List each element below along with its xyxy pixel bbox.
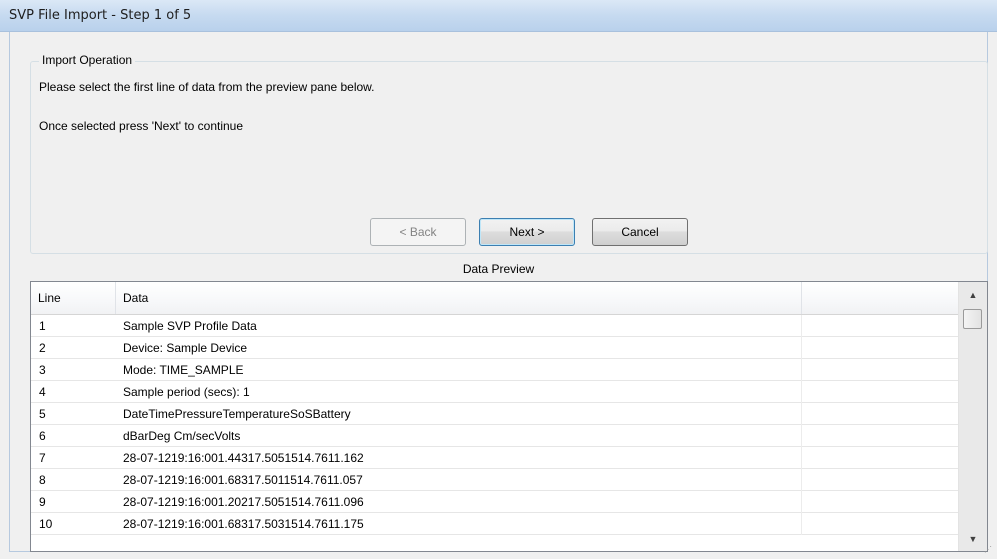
column-divider[interactable] — [801, 282, 802, 314]
grid-rows: 1 Sample SVP Profile Data 2 Device: Samp… — [31, 315, 958, 535]
resize-grip-icon[interactable]: ⋰ — [984, 545, 992, 554]
data-cell: Sample period (secs): 1 — [123, 385, 250, 399]
hint-text: Once selected press 'Next' to continue — [39, 119, 244, 133]
table-row[interactable]: 2 Device: Sample Device — [31, 337, 958, 359]
data-cell: dBarDeg Cm/secVolts — [123, 429, 241, 443]
data-cell: 28-07-1219:16:001.44317.5051514.7611.162 — [123, 451, 364, 465]
grid-header: Line Data — [31, 282, 958, 315]
table-row[interactable]: 8 28-07-1219:16:001.68317.5011514.7611.0… — [31, 469, 958, 491]
table-row[interactable]: 6 dBarDeg Cm/secVolts — [31, 425, 958, 447]
line-cell: 7 — [39, 451, 46, 465]
line-cell: 9 — [39, 495, 46, 509]
table-row[interactable]: 4 Sample period (secs): 1 — [31, 381, 958, 403]
table-row[interactable]: 5 DateTimePressureTemperatureSoSBattery — [31, 403, 958, 425]
next-button[interactable]: Next > — [479, 218, 575, 246]
data-cell: Sample SVP Profile Data — [123, 319, 257, 333]
data-preview-label: Data Preview — [462, 262, 535, 276]
window-title: SVP File Import - Step 1 of 5 — [9, 8, 192, 23]
table-row[interactable]: 9 28-07-1219:16:001.20217.5051514.7611.0… — [31, 491, 958, 513]
column-header-line[interactable]: Line — [31, 282, 115, 314]
cancel-button[interactable]: Cancel — [592, 218, 688, 246]
line-cell: 1 — [39, 319, 46, 333]
data-cell: 28-07-1219:16:001.68317.5011514.7611.057 — [123, 473, 363, 487]
back-button[interactable]: < Back — [370, 218, 466, 246]
line-cell: 10 — [39, 517, 53, 531]
table-row[interactable]: 10 28-07-1219:16:001.68317.5031514.7611.… — [31, 513, 958, 535]
data-cell: 28-07-1219:16:001.68317.5031514.7611.175 — [123, 517, 364, 531]
scroll-thumb[interactable] — [963, 309, 982, 329]
column-header-data[interactable]: Data — [116, 282, 801, 314]
table-row[interactable]: 3 Mode: TIME_SAMPLE — [31, 359, 958, 381]
line-cell: 8 — [39, 473, 46, 487]
line-cell: 3 — [39, 363, 46, 377]
instruction-text: Please select the first line of data fro… — [39, 80, 375, 94]
table-row[interactable]: 7 28-07-1219:16:001.44317.5051514.7611.1… — [31, 447, 958, 469]
line-cell: 4 — [39, 385, 46, 399]
line-cell: 6 — [39, 429, 46, 443]
import-operation-legend: Import Operation — [39, 53, 136, 67]
vertical-scrollbar[interactable]: ▲ ▼ — [958, 282, 987, 551]
data-cell: DateTimePressureTemperatureSoSBattery — [123, 407, 351, 421]
line-cell: 5 — [39, 407, 46, 421]
data-preview-grid[interactable]: Line Data 1 Sample SVP Profile Data 2 De… — [30, 281, 988, 552]
title-bar: SVP File Import - Step 1 of 5 — [0, 0, 997, 32]
table-row[interactable]: 1 Sample SVP Profile Data — [31, 315, 958, 337]
data-cell: 28-07-1219:16:001.20217.5051514.7611.096 — [123, 495, 364, 509]
data-cell: Device: Sample Device — [123, 341, 248, 355]
line-cell: 2 — [39, 341, 46, 355]
scroll-down-icon[interactable]: ▼ — [959, 528, 987, 550]
data-cell: Mode: TIME_SAMPLE — [123, 363, 244, 377]
scroll-up-icon[interactable]: ▲ — [959, 284, 987, 306]
